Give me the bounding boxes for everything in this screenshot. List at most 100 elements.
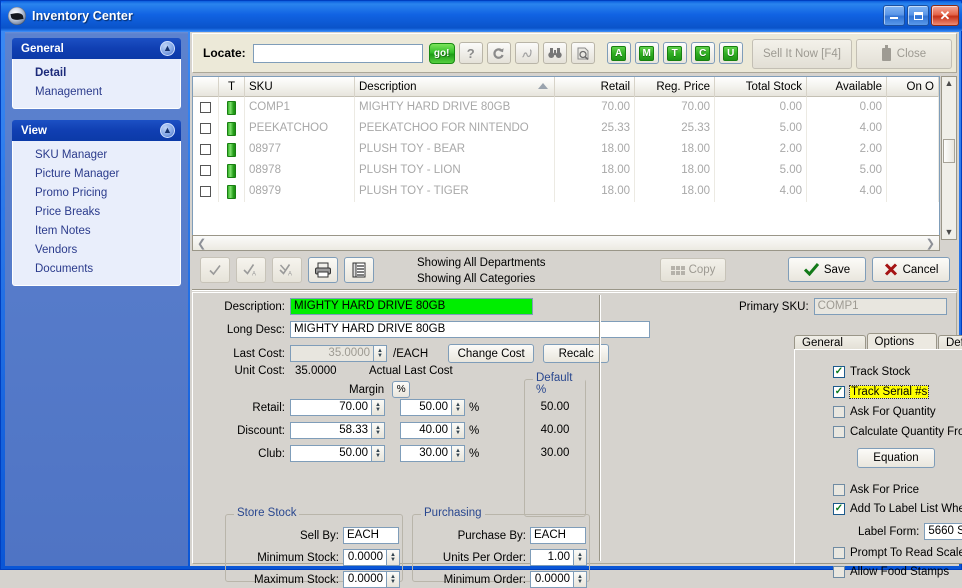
grid-col-available[interactable]: Available xyxy=(807,76,887,97)
sidebar-item-vendors[interactable]: Vendors xyxy=(13,241,180,260)
table-row[interactable]: 08979 PLUSH TOY - TIGER 18.00 18.00 4.00… xyxy=(193,181,939,202)
save-button[interactable]: Save xyxy=(788,257,866,282)
chevron-up-icon[interactable]: ▲ xyxy=(160,41,175,56)
calc-qty-from-price-row[interactable]: Calculate Quantity From Price xyxy=(833,426,962,438)
tab-defaults[interactable]: Defaults [F7] xyxy=(937,335,962,363)
retail-price-spinner[interactable]: ▲ ▼ xyxy=(372,399,385,416)
scroll-left-icon[interactable]: ❮ xyxy=(193,237,210,250)
close-button[interactable]: Close xyxy=(856,39,952,69)
table-row[interactable]: 08977 PLUSH TOY - BEAR 18.00 18.00 2.00 … xyxy=(193,139,939,160)
last-cost-spinner[interactable]: ▲ ▼ xyxy=(374,345,387,362)
find-document-icon[interactable] xyxy=(570,42,595,64)
inventory-grid[interactable]: T SKU Description Retail Reg. Price Tota… xyxy=(192,76,940,240)
purchase-by-input[interactable]: EACH xyxy=(530,527,586,544)
ask-for-price-checkbox[interactable] xyxy=(833,484,845,496)
grid-col-retail[interactable]: Retail xyxy=(555,76,635,97)
grid-col-select[interactable] xyxy=(193,76,219,97)
filter-button-a[interactable]: A xyxy=(606,42,631,64)
retail-margin-input[interactable]: 50.00 xyxy=(400,399,452,416)
ask-for-quantity-row[interactable]: Ask For Quantity xyxy=(833,406,936,418)
filter-button-t[interactable]: T xyxy=(662,42,687,64)
retail-price-input[interactable]: 70.00 xyxy=(290,399,372,416)
track-serial-checkbox[interactable]: ✓ xyxy=(833,386,845,398)
allow-food-stamps-row[interactable]: Allow Food Stamps xyxy=(833,566,949,578)
discount-margin-input[interactable]: 40.00 xyxy=(400,422,452,439)
check-all-a-button[interactable]: A xyxy=(236,257,266,283)
track-stock-row[interactable]: ✓ Track Stock xyxy=(833,366,910,378)
club-price-input[interactable]: 50.00 xyxy=(290,445,372,462)
sidebar-item-detail[interactable]: Detail xyxy=(13,64,180,83)
grid-col-reg-price[interactable]: Reg. Price xyxy=(635,76,715,97)
maximize-button[interactable] xyxy=(907,5,929,26)
discount-margin-spinner[interactable]: ▲ ▼ xyxy=(452,422,465,439)
sidebar-item-management[interactable]: Management xyxy=(13,83,180,102)
scrollbar-thumb[interactable] xyxy=(943,139,955,163)
sell-it-now-button[interactable]: Sell It Now [F4] xyxy=(752,39,852,69)
last-cost-input[interactable]: 35.0000 xyxy=(290,345,374,362)
discount-price-spinner[interactable]: ▲ ▼ xyxy=(372,422,385,439)
prompt-read-scale-row[interactable]: Prompt To Read Scale xyxy=(833,547,962,559)
chevron-up-icon[interactable]: ▲ xyxy=(160,123,175,138)
row-checkbox[interactable] xyxy=(193,139,219,160)
row-checkbox[interactable] xyxy=(193,97,219,118)
grid-col-total-stock[interactable]: Total Stock xyxy=(715,76,807,97)
grid-col-sku[interactable]: SKU xyxy=(245,76,355,97)
ask-for-price-row[interactable]: Ask For Price xyxy=(833,484,919,496)
sidebar-panel-general-header[interactable]: General ▲ xyxy=(12,38,181,59)
table-row[interactable]: COMP1 MIGHTY HARD DRIVE 80GB 70.00 70.00… xyxy=(193,97,939,118)
equation-button[interactable]: Equation xyxy=(857,448,935,468)
grid-horizontal-scrollbar[interactable]: ❮ ❯ xyxy=(192,235,940,251)
club-price-spinner[interactable]: ▲ ▼ xyxy=(372,445,385,462)
table-row[interactable]: PEEKATCHOO PEEKATCHOO FOR NINTENDO 25.33… xyxy=(193,118,939,139)
club-margin-input[interactable]: 30.00 xyxy=(400,445,452,462)
grid-col-description[interactable]: Description xyxy=(355,76,555,97)
units-per-order-input[interactable]: 1.00 xyxy=(530,549,574,566)
sidebar-item-sku-manager[interactable]: SKU Manager xyxy=(13,146,180,165)
discount-price-input[interactable]: 58.33 xyxy=(290,422,372,439)
copy-button[interactable]: Copy xyxy=(660,258,726,282)
min-order-input[interactable]: 0.0000 xyxy=(530,571,574,588)
primary-sku-input[interactable]: COMP1 xyxy=(813,298,947,315)
sidebar-item-picture-manager[interactable]: Picture Manager xyxy=(13,165,180,184)
check-all-button[interactable] xyxy=(200,257,230,283)
row-checkbox[interactable] xyxy=(193,118,219,139)
filter-button-u[interactable]: U xyxy=(718,42,743,64)
scroll-right-icon[interactable]: ❯ xyxy=(922,237,939,250)
max-stock-spinner[interactable]: ▲ ▼ xyxy=(387,571,400,588)
allow-food-stamps-checkbox[interactable] xyxy=(833,566,845,578)
add-to-label-list-row[interactable]: ✓ Add To Label List When Received xyxy=(833,503,962,515)
description-input[interactable]: MIGHTY HARD DRIVE 80GB xyxy=(290,298,533,315)
club-margin-spinner[interactable]: ▲ ▼ xyxy=(452,445,465,462)
min-order-spinner[interactable]: ▲ ▼ xyxy=(574,571,587,588)
tab-general[interactable]: General [F5] xyxy=(794,335,866,363)
min-stock-spinner[interactable]: ▲ ▼ xyxy=(387,549,400,566)
row-checkbox[interactable] xyxy=(193,181,219,202)
cancel-button[interactable]: Cancel xyxy=(872,257,950,282)
prompt-read-scale-checkbox[interactable] xyxy=(833,547,845,559)
long-desc-input[interactable]: MIGHTY HARD DRIVE 80GB xyxy=(290,321,650,338)
help-icon[interactable]: ? xyxy=(458,42,483,64)
retail-margin-spinner[interactable]: ▲ ▼ xyxy=(452,399,465,416)
scribble-icon[interactable] xyxy=(514,42,539,64)
add-to-label-list-checkbox[interactable]: ✓ xyxy=(833,503,845,515)
uncheck-all-button[interactable]: A xyxy=(272,257,302,283)
sidebar-item-price-breaks[interactable]: Price Breaks xyxy=(13,203,180,222)
sell-by-input[interactable]: EACH xyxy=(343,527,399,544)
sidebar-panel-view-header[interactable]: View ▲ xyxy=(12,120,181,141)
track-serial-row[interactable]: ✓ Track Serial #s xyxy=(833,385,930,399)
scroll-down-icon[interactable]: ▼ xyxy=(942,226,956,239)
scroll-up-icon[interactable]: ▲ xyxy=(942,77,956,90)
units-per-order-spinner[interactable]: ▲ ▼ xyxy=(574,549,587,566)
track-stock-checkbox[interactable]: ✓ xyxy=(833,366,845,378)
label-form-input[interactable]: 5660 Standard xyxy=(924,523,962,540)
sidebar-item-item-notes[interactable]: Item Notes xyxy=(13,222,180,241)
minimize-button[interactable] xyxy=(883,5,905,26)
min-stock-input[interactable]: 0.0000 xyxy=(343,549,387,566)
grid-col-on-order[interactable]: On O xyxy=(887,76,939,97)
ask-for-quantity-checkbox[interactable] xyxy=(833,406,845,418)
locate-input[interactable] xyxy=(252,43,423,63)
filter-button-c[interactable]: C xyxy=(690,42,715,64)
sidebar-item-documents[interactable]: Documents xyxy=(13,260,180,279)
table-row[interactable]: 08978 PLUSH TOY - LION 18.00 18.00 5.00 … xyxy=(193,160,939,181)
go-button[interactable]: go! xyxy=(428,42,455,64)
